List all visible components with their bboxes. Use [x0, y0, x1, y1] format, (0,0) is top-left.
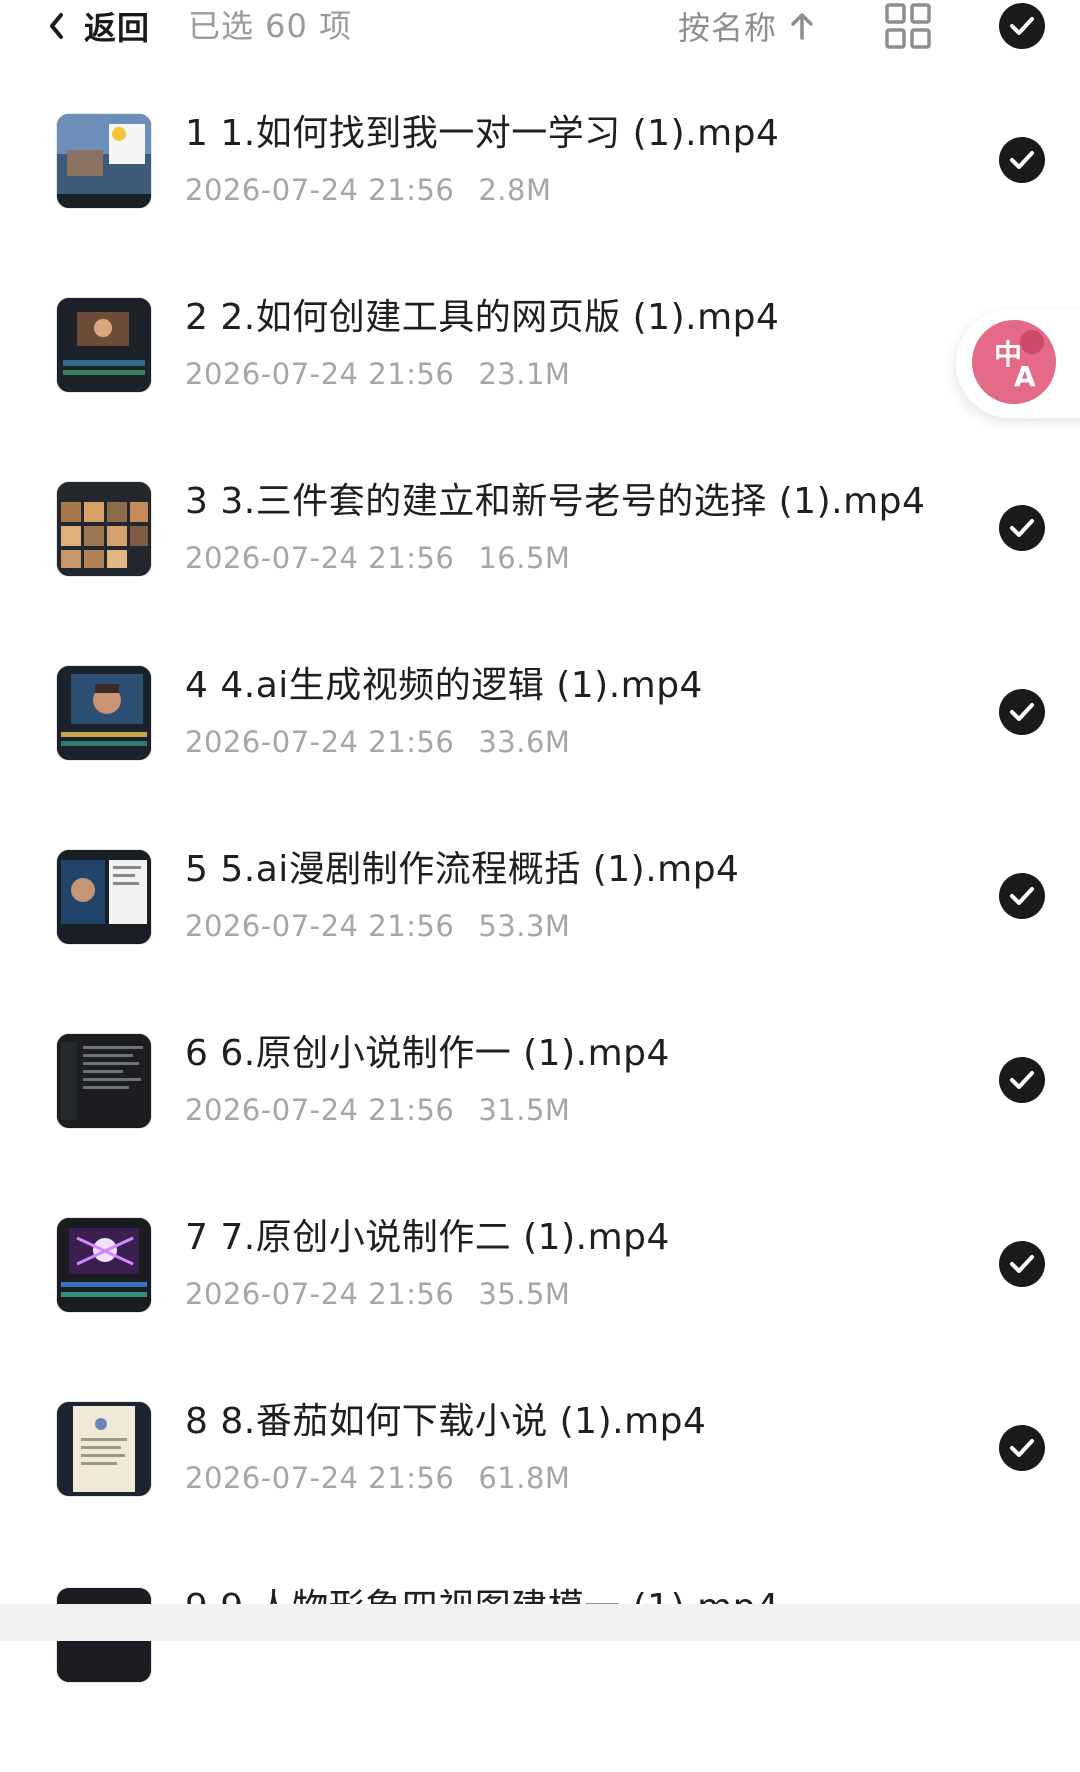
check-icon[interactable]	[998, 1240, 1046, 1288]
video-thumbnail	[57, 114, 151, 208]
file-meta: 2026-07-24 21:56 31.5M	[185, 1092, 570, 1128]
video-thumbnail	[57, 850, 151, 944]
file-size: 33.6M	[478, 725, 571, 759]
file-date: 2026-07-24 21:56	[185, 909, 455, 943]
file-name: 3 3.三件套的建立和新号老号的选择 (1).mp4	[185, 481, 926, 522]
list-item[interactable]: 5 5.ai漫剧制作流程概括 (1).mp4 2026-07-24 21:56 5…	[0, 850, 1080, 1034]
video-thumbnail	[57, 298, 151, 392]
list-item[interactable]: 2 2.如何创建工具的网页版 (1).mp4 2026-07-24 21:56 2…	[0, 298, 1080, 482]
file-size: 53.3M	[478, 909, 571, 943]
file-name: 6 6.原创小说制作一 (1).mp4	[185, 1033, 670, 1074]
file-meta: 2026-07-24 21:56 35.5M	[185, 1276, 570, 1312]
grid-view-icon[interactable]	[884, 2, 932, 50]
bottom-bar	[0, 1604, 1080, 1641]
file-date: 2026-07-24 21:56	[185, 1277, 455, 1311]
video-thumbnail	[57, 1402, 151, 1496]
file-date: 2026-07-24 21:56	[185, 357, 455, 391]
selected-count: 已选 60 项	[188, 7, 353, 45]
list-item[interactable]: 1 1.如何找到我一对一学习 (1).mp4 2026-07-24 21:56 2…	[0, 114, 1080, 298]
list-item[interactable]: 7 7.原创小说制作二 (1).mp4 2026-07-24 21:56 35.5…	[0, 1218, 1080, 1402]
list-item[interactable]: 6 6.原创小说制作一 (1).mp4 2026-07-24 21:56 31.5…	[0, 1034, 1080, 1218]
arrow-up-icon	[791, 13, 813, 40]
file-size: 23.1M	[478, 357, 571, 391]
file-name: 1 1.如何找到我一对一学习 (1).mp4	[185, 113, 780, 154]
list-item[interactable]: 3 3.三件套的建立和新号老号的选择 (1).mp4 2026-07-24 21…	[0, 482, 1080, 666]
check-icon[interactable]	[998, 1424, 1046, 1472]
file-name: 2 2.如何创建工具的网页版 (1).mp4	[185, 297, 780, 338]
video-thumbnail	[57, 1034, 151, 1128]
file-size: 31.5M	[478, 1093, 571, 1127]
svg-text:A: A	[1014, 360, 1036, 393]
video-thumbnail	[57, 482, 151, 576]
check-icon[interactable]	[998, 504, 1046, 552]
file-meta: 2026-07-24 21:56 23.1M	[185, 356, 570, 392]
sort-button[interactable]: 按名称	[678, 4, 815, 48]
file-meta: 2026-07-24 21:56 61.8M	[185, 1460, 570, 1496]
file-name: 4 4.ai生成视频的逻辑 (1).mp4	[185, 665, 703, 706]
sort-label: 按名称	[678, 9, 778, 47]
file-meta: 2026-07-24 21:56 2.8M	[185, 172, 551, 208]
select-all-check-icon[interactable]	[998, 2, 1046, 50]
file-size: 2.8M	[478, 173, 552, 207]
file-meta: 2026-07-24 21:56 53.3M	[185, 908, 570, 944]
file-meta: 2026-07-24 21:56 16.5M	[185, 540, 570, 576]
file-date: 2026-07-24 21:56	[185, 1093, 455, 1127]
check-icon[interactable]	[998, 1056, 1046, 1104]
video-thumbnail	[57, 1218, 151, 1312]
video-thumbnail	[57, 666, 151, 760]
list-item[interactable]: 4 4.ai生成视频的逻辑 (1).mp4 2026-07-24 21:56 33…	[0, 666, 1080, 850]
file-name: 5 5.ai漫剧制作流程概括 (1).mp4	[185, 849, 740, 890]
check-icon[interactable]	[998, 872, 1046, 920]
file-date: 2026-07-24 21:56	[185, 541, 455, 575]
check-icon[interactable]	[998, 136, 1046, 184]
back-label: 返回	[84, 9, 151, 47]
chevron-left-icon	[50, 13, 63, 39]
list-item[interactable]: 8 8.番茄如何下载小说 (1).mp4 2026-07-24 21:56 61.…	[0, 1402, 1080, 1586]
check-icon[interactable]	[998, 688, 1046, 736]
file-size: 16.5M	[478, 541, 571, 575]
back-button[interactable]: 返回	[44, 4, 150, 48]
file-name: 8 8.番茄如何下载小说 (1).mp4	[185, 1401, 707, 1442]
file-date: 2026-07-24 21:56	[185, 173, 455, 207]
file-size: 61.8M	[478, 1461, 571, 1495]
file-date: 2026-07-24 21:56	[185, 1461, 455, 1495]
file-size: 35.5M	[478, 1277, 571, 1311]
file-meta: 2026-07-24 21:56 33.6M	[185, 724, 570, 760]
file-name: 7 7.原创小说制作二 (1).mp4	[185, 1217, 670, 1258]
top-bar: 返回 已选 60 项 按名称	[0, 0, 1080, 60]
file-date: 2026-07-24 21:56	[185, 725, 455, 759]
translate-icon[interactable]: 中 A	[972, 320, 1056, 404]
